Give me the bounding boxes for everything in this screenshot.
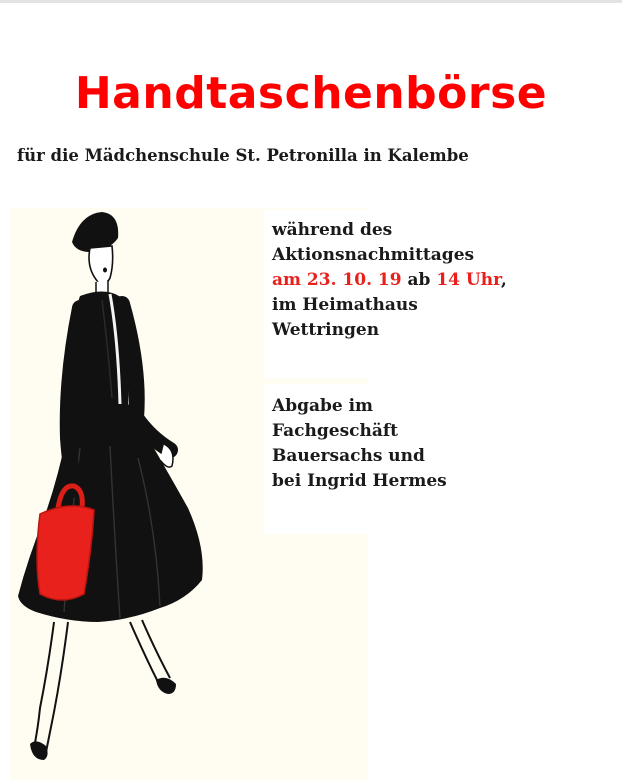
event-date-punctuation: , — [500, 270, 507, 290]
dropoff-line-1: Abgabe im — [272, 396, 374, 416]
dropoff-line-2: Fachgeschäft — [272, 421, 399, 441]
event-time: 14 Uhr — [436, 270, 501, 290]
dropoff-details-box: Abgabe im Fachgeschäft Bauersachs und be… — [264, 384, 594, 534]
event-date-connector: ab — [401, 270, 437, 290]
top-divider — [0, 0, 622, 3]
event-line-1: während des — [272, 220, 393, 240]
poster-subtitle: für die Mädchenschule St. Petronilla in … — [17, 146, 469, 165]
event-location-line-2: Wettringen — [272, 320, 380, 340]
event-line-2: Aktionsnachmittages — [272, 245, 475, 265]
dropoff-line-4: bei Ingrid Hermes — [272, 471, 447, 491]
event-details-box: während des Aktionsnachmittages am 23. 1… — [264, 210, 594, 378]
event-location-line-1: im Heimathaus — [272, 295, 418, 315]
event-date: am 23. 10. 19 — [272, 270, 402, 290]
dropoff-line-3: Bauersachs und — [272, 446, 425, 466]
event-date-line: am 23. 10. 19 ab 14 Uhr, — [264, 268, 594, 293]
poster-title: Handtaschenbörse — [74, 68, 548, 119]
